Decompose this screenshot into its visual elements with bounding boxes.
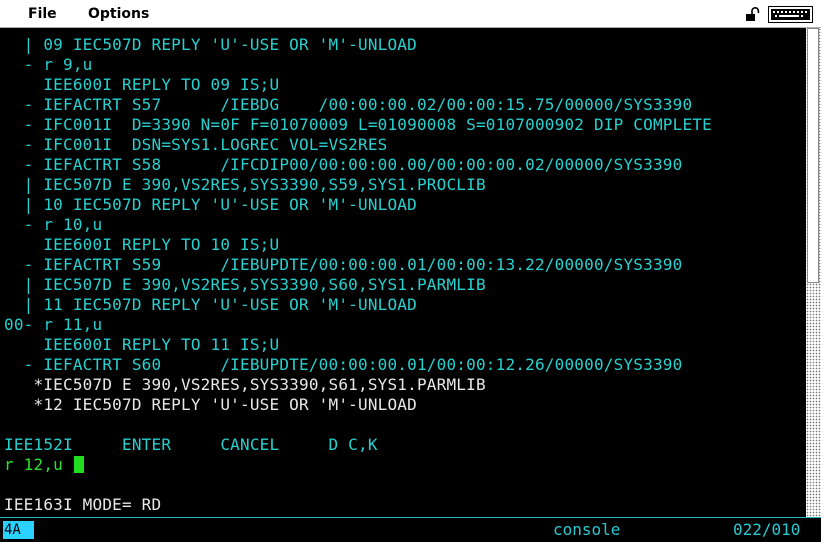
terminal-line-text: | IEC507D E 390,VS2RES,SYS3390,S60,SYS1.… [4,275,486,294]
terminal-line-text: *IEC507D E 390,VS2RES,SYS3390,S61,SYS1.P… [4,375,486,394]
scrollbar-thumb[interactable] [807,28,819,283]
terminal-line-text: | IEC507D E 390,VS2RES,SYS3390,S59,SYS1.… [4,175,486,194]
terminal-line-text: IEE152I ENTER CANCEL D C,K [4,435,378,454]
terminal-line: | IEC507D E 390,VS2RES,SYS3390,S59,SYS1.… [4,175,486,195]
terminal-line: *IEC507D E 390,VS2RES,SYS3390,S61,SYS1.P… [4,375,486,395]
menu-options[interactable]: Options [88,6,149,22]
terminal-line: *12 IEC507D REPLY 'U'-USE OR 'M'-UNLOAD [4,395,417,415]
terminal-line: IEE600I REPLY TO 10 IS;U [4,235,279,255]
status-mode: console [553,520,621,539]
status-indicator: 4A [3,521,34,539]
text-cursor [73,456,84,473]
terminal-line: 00- r 11,u [4,315,102,335]
terminal-line-text: - IEFACTRT S59 /IEBUPDTE/00:00:00.01/00:… [4,255,683,274]
command-input-line[interactable]: r 12,u [4,455,84,475]
terminal-line-text: *12 IEC507D REPLY 'U'-USE OR 'M'-UNLOAD [4,395,417,414]
cursor-position: 022/010 [733,520,801,539]
terminal-line-text: IEE600I REPLY TO 11 IS;U [4,335,280,354]
terminal-line-text: IEE600I REPLY TO 09 IS;U [4,75,280,94]
terminal-line: | IEC507D E 390,VS2RES,SYS3390,S60,SYS1.… [4,275,486,295]
terminal-line: - r 10,u [4,215,102,235]
terminal-screen[interactable]: | 09 IEC507D REPLY 'U'-USE OR 'M'-UNLOAD… [0,28,806,517]
terminal-line: - IEFACTRT S57 /IEBDG /00:00:00.02/00:00… [4,95,692,115]
terminal-line-text: 00- r 11,u [4,315,103,334]
terminal-line-text: | 11 IEC507D REPLY 'U'-USE OR 'M'-UNLOAD [4,295,417,314]
terminal-line-text: - IEFACTRT S57 /IEBDG /00:00:00.02/00:00… [4,95,693,114]
menu-file[interactable]: File [28,6,57,22]
status-bar: 4A console 022/010 [0,517,821,542]
terminal-line-text: r 12,u [4,455,73,474]
terminal-line: - IEFACTRT S59 /IEBUPDTE/00:00:00.01/00:… [4,255,683,275]
terminal-line-text: - IFC001I DSN=SYS1.LOGREC VOL=VS2RES [4,135,388,154]
terminal-line-text: - IFC001I D=3390 N=0F F=01070009 L=01090… [4,115,712,134]
terminal-line: - IEFACTRT S60 /IEBUPDTE/00:00:00.01/00:… [4,355,683,375]
terminal-line: | 11 IEC507D REPLY 'U'-USE OR 'M'-UNLOAD [4,295,417,315]
lock-icon[interactable] [745,7,762,22]
terminal-line: - IFC001I D=3390 N=0F F=01070009 L=01090… [4,115,712,135]
menu-bar: File Options [0,0,821,28]
terminal-line: | 10 IEC507D REPLY 'U'-USE OR 'M'-UNLOAD [4,195,417,215]
terminal-line: IEE152I ENTER CANCEL D C,K [4,435,378,455]
terminal-line-text: | 10 IEC507D REPLY 'U'-USE OR 'M'-UNLOAD [4,195,417,214]
terminal-line: - IFC001I DSN=SYS1.LOGREC VOL=VS2RES [4,135,388,155]
keyboard-icon[interactable] [768,6,813,23]
terminal-line-text: IEE163I MODE= RD [4,495,162,514]
terminal-line: IEE600I REPLY TO 11 IS;U [4,335,279,355]
terminal-line: - IEFACTRT S58 /IFCDIP00/00:00:00.00/00:… [4,155,683,175]
terminal-line-text: | 09 IEC507D REPLY 'U'-USE OR 'M'-UNLOAD [4,35,417,54]
terminal-line-text: - r 10,u [4,215,103,234]
terminal-line: | 09 IEC507D REPLY 'U'-USE OR 'M'-UNLOAD [4,35,417,55]
vertical-scrollbar[interactable] [806,28,821,517]
terminal-line: IEE163I MODE= RD [4,495,161,515]
terminal-line-text: - r 9,u [4,55,93,74]
terminal-line-text: - IEFACTRT S60 /IEBUPDTE/00:00:00.01/00:… [4,355,683,374]
terminal-line: - r 9,u [4,55,93,75]
terminal-line-text: - IEFACTRT S58 /IFCDIP00/00:00:00.00/00:… [4,155,683,174]
terminal-line-text: IEE600I REPLY TO 10 IS;U [4,235,280,254]
terminal-line: IEE600I REPLY TO 09 IS;U [4,75,279,95]
